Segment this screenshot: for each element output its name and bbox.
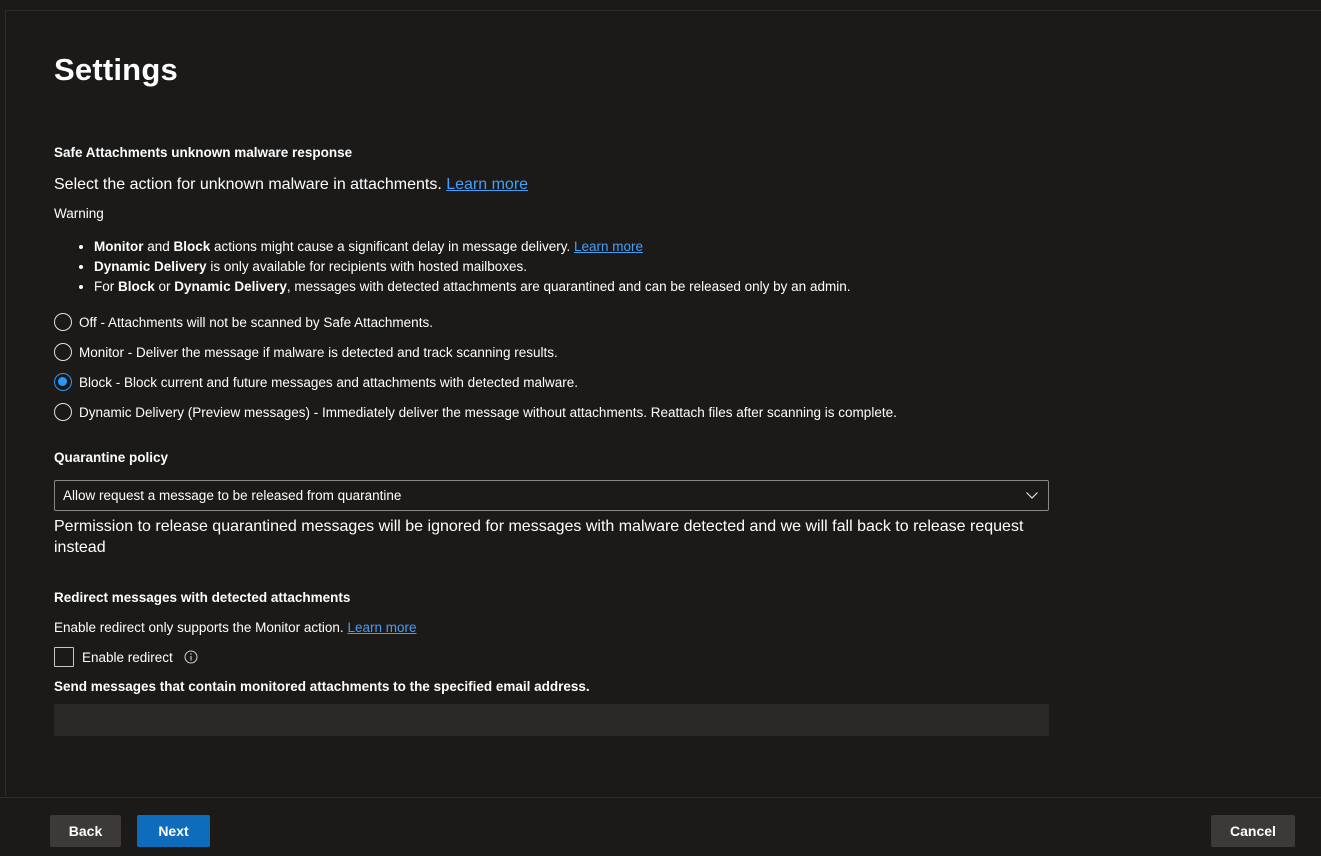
quarantine-policy-heading: Quarantine policy [54,450,169,465]
warning-learn-more-link[interactable]: Learn more [574,239,643,254]
radio-button-off[interactable] [54,313,72,331]
warning-label: Warning [54,206,104,221]
redirect-learn-more-link[interactable]: Learn more [347,620,416,635]
radio-label-block: Block - Block current and future message… [79,374,578,390]
radio-label-dynamic-delivery: Dynamic Delivery (Preview messages) - Im… [79,404,897,420]
redirect-description: Enable redirect only supports the Monito… [54,620,416,635]
safe-attachments-heading: Safe Attachments unknown malware respons… [54,145,353,160]
redirect-description-text: Enable redirect only supports the Monito… [54,620,344,635]
info-icon[interactable] [184,650,198,664]
enable-redirect-row: Enable redirect [54,647,198,667]
radio-label-off: Off - Attachments will not be scanned by… [79,314,433,330]
warning-text: actions might cause a significant delay … [210,239,574,254]
quarantine-policy-selected-value: Allow request a message to be released f… [63,488,402,503]
radio-option-dynamic-delivery[interactable]: Dynamic Delivery (Preview messages) - Im… [54,402,897,422]
warning-text: and [143,239,174,254]
redirect-heading: Redirect messages with detected attachme… [54,590,351,605]
warning-item-quarantine: For Block or Dynamic Delivery, messages … [94,277,850,297]
radio-label-monitor: Monitor - Deliver the message if malware… [79,344,558,360]
quarantine-policy-dropdown[interactable]: Allow request a message to be released f… [54,480,1049,511]
warning-bold-block: Block [118,279,155,294]
radio-option-monitor[interactable]: Monitor - Deliver the message if malware… [54,342,558,362]
enable-redirect-checkbox[interactable] [54,647,74,667]
chevron-down-icon [1026,492,1038,499]
warning-bold-monitor: Monitor [94,239,144,254]
page-title: Settings [54,52,178,87]
panel-top-border [5,10,1321,11]
warning-item-hosted-mailboxes: Dynamic Delivery is only available for r… [94,257,850,277]
next-button[interactable]: Next [137,815,210,847]
radio-button-monitor[interactable] [54,343,72,361]
radio-button-block[interactable] [54,373,72,391]
radio-option-off[interactable]: Off - Attachments will not be scanned by… [54,312,433,332]
back-button[interactable]: Back [50,815,121,847]
warning-text: , messages with detected attachments are… [286,279,851,294]
warning-text: For [94,279,119,294]
safe-attachments-learn-more-link[interactable]: Learn more [446,176,528,193]
panel-left-border [5,10,6,796]
safe-attachments-description: Select the action for unknown malware in… [54,174,528,195]
cancel-button[interactable]: Cancel [1211,815,1295,847]
safe-attachments-description-text: Select the action for unknown malware in… [54,176,442,193]
settings-panel: Settings Safe Attachments unknown malwar… [0,0,1321,856]
radio-button-dynamic-delivery[interactable] [54,403,72,421]
redirect-email-input[interactable] [54,704,1049,736]
warning-item-delay: Monitor and Block actions might cause a … [94,237,850,257]
enable-redirect-label[interactable]: Enable redirect [82,650,173,665]
quarantine-policy-note: Permission to release quarantined messag… [54,518,1024,556]
warning-bold-dynamic-delivery: Dynamic Delivery [174,279,287,294]
warning-text: or [154,279,175,294]
radio-option-block[interactable]: Block - Block current and future message… [54,372,578,392]
redirect-email-label: Send messages that contain monitored att… [54,679,590,694]
warning-list: Monitor and Block actions might cause a … [54,237,850,297]
warning-bold-dynamic-delivery: Dynamic Delivery [94,259,207,274]
warning-text: is only available for recipients with ho… [206,259,527,274]
footer-divider [0,797,1321,798]
warning-bold-block: Block [173,239,211,254]
